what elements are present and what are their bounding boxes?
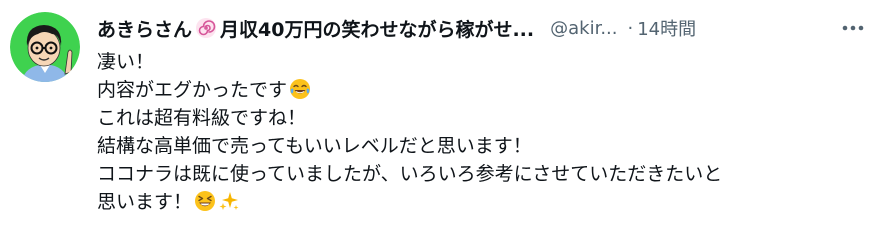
tweet-header: あきらさん 月収40万円の笑わせながら稼がせ... @akir... · 14時…	[97, 13, 868, 43]
tears-of-joy-icon	[290, 79, 311, 99]
avatar[interactable]	[10, 12, 80, 82]
more-dots-icon	[842, 25, 864, 31]
avatar-glasses-man-icon	[10, 12, 80, 82]
text-line: ココナラは既に使っていましたが、いろいろ参考にさせていただきたいと	[97, 160, 866, 188]
tweet-text: 凄い！ 内容がエグかったです これは超有料級ですね！ 結構な高単価で売ってもいい…	[97, 48, 866, 216]
more-button[interactable]	[836, 15, 870, 41]
sparkles-icon	[219, 192, 239, 210]
text-line: 凄い！	[97, 48, 866, 76]
author-name-suffix: 月収40万円の笑わせながら稼がせ...	[220, 18, 535, 41]
text-line-content: 凄い！	[97, 51, 155, 73]
spiral-icon	[196, 18, 217, 38]
text-line-content: 結構な高単価で売ってもいいレベルだと思います！	[97, 135, 532, 157]
author-name: あきらさん	[97, 18, 193, 41]
text-line-content: 思います！	[97, 191, 193, 213]
grinning-squint-icon	[195, 191, 216, 211]
timestamp[interactable]: 14時間	[637, 15, 696, 41]
separator-dot: ·	[627, 17, 634, 39]
text-line-content: 内容がエグかったです	[97, 79, 288, 101]
text-line: これは超有料級ですね！	[97, 104, 866, 132]
text-line: 内容がエグかったです	[97, 76, 866, 104]
author-display-name[interactable]: あきらさん 月収40万円の笑わせながら稼がせ...	[97, 15, 534, 42]
text-line-content: これは超有料級ですね！	[97, 107, 307, 129]
author-handle[interactable]: @akir...	[550, 18, 617, 39]
text-line-content: ココナラは既に使っていましたが、いろいろ参考にさせていただきたいと	[97, 163, 723, 185]
text-line: 思います！	[97, 188, 866, 216]
text-line: 結構な高単価で売ってもいいレベルだと思います！	[97, 132, 866, 160]
tweet: あきらさん 月収40万円の笑わせながら稼がせ... @akir... · 14時…	[0, 0, 880, 242]
